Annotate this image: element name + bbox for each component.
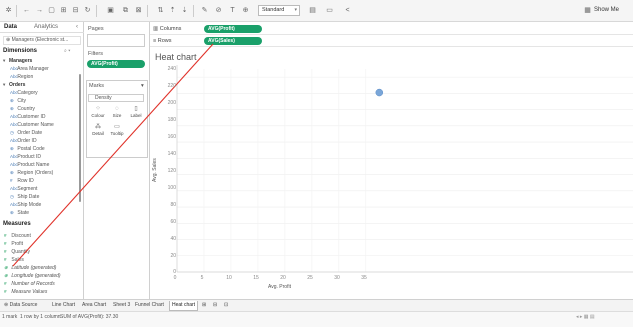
sheet-tab[interactable]: Sheet 3 [113, 302, 130, 308]
x-tick-label: 0 [173, 275, 177, 281]
status-rowcol: 1 row by 1 column [20, 314, 61, 320]
status-bar: 1 mark 1 row by 1 column SUM of AVG(Prof… [0, 311, 633, 327]
sheet-nav-icon[interactable]: ◂ ▸ ▦ ▤ [576, 314, 595, 320]
status-marks: 1 mark [2, 314, 18, 320]
new-worksheet-icon[interactable]: ⊞ [202, 302, 206, 308]
y-tick-label: 240 [167, 66, 176, 72]
sheet-tabs-bar: ⊜ Data Source Line Chart Area Chart Shee… [0, 299, 633, 311]
y-tick-label: 80 [170, 202, 176, 208]
sheet-tab[interactable]: Funnel Chart [135, 302, 164, 308]
status-sum: SUM of AVG(Profit): 37.30 [60, 314, 119, 320]
annotation-line [12, 43, 214, 267]
y-axis-title: Avg. Sales [152, 158, 158, 182]
y-tick-label: 160 [167, 134, 176, 140]
new-dashboard-icon[interactable]: ⊟ [213, 302, 217, 308]
y-tick-label: 120 [167, 168, 176, 174]
x-tick-label: 30 [334, 275, 340, 281]
y-tick-label: 40 [170, 236, 176, 242]
sheet-tab[interactable]: Line Chart [52, 302, 75, 308]
x-tick-label: 10 [226, 275, 232, 281]
x-tick-label: 5 [200, 275, 204, 281]
x-tick-label: 25 [307, 275, 313, 281]
y-tick-label: 220 [167, 83, 176, 89]
y-tick-label: 20 [170, 253, 176, 259]
y-tick-label: 100 [167, 185, 176, 191]
sheet-tab[interactable]: Area Chart [82, 302, 106, 308]
y-tick-label: 200 [167, 100, 176, 106]
sheet-tab-active[interactable]: Heat chart [169, 301, 199, 311]
x-tick-label: 35 [361, 275, 367, 281]
new-story-icon[interactable]: ⊡ [224, 302, 228, 308]
chart-plot [12, 43, 633, 273]
x-axis-title: Avg. Profit [268, 284, 291, 290]
y-tick-label: 140 [167, 151, 176, 157]
x-tick-label: 20 [280, 275, 286, 281]
y-tick-label: 60 [170, 219, 176, 225]
data-source-tab[interactable]: ⊜ Data Source [4, 302, 37, 308]
data-point [375, 88, 384, 97]
x-tick-label: 15 [253, 275, 259, 281]
y-tick-label: 180 [167, 117, 176, 123]
data-source-tab-label: Data Source [9, 302, 38, 308]
